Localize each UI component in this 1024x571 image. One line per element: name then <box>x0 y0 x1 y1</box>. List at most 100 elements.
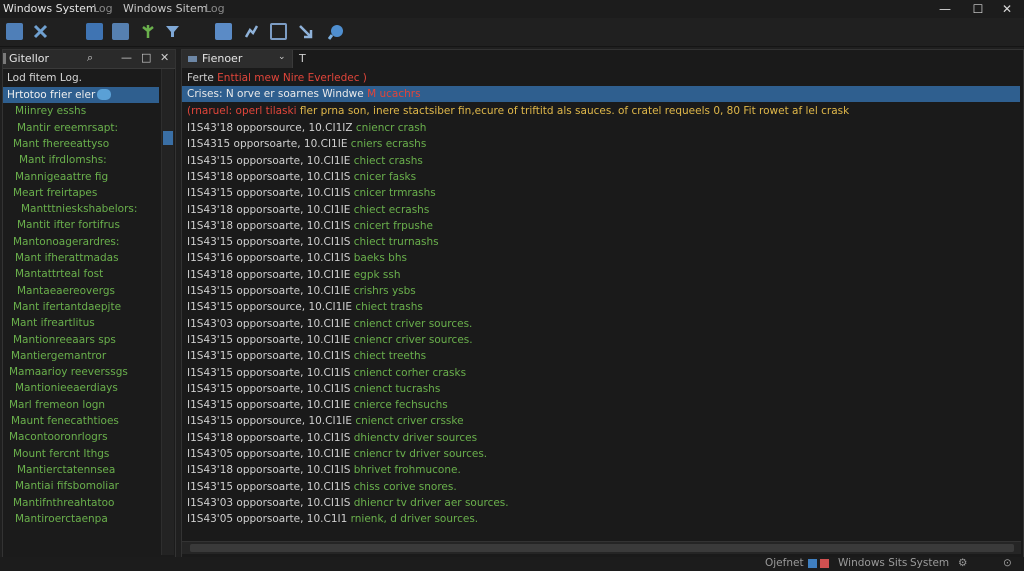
tree-item[interactable]: Mantionreeaars sps <box>13 332 116 348</box>
tree-item[interactable]: Mantifnthreahtatoo <box>13 495 114 511</box>
tree-item[interactable]: Maunt fenecathtioes <box>11 413 119 429</box>
tree-item[interactable]: Mount fercnt Ithgs <box>13 446 109 462</box>
search-icon[interactable] <box>327 23 345 40</box>
tree-item[interactable]: Marl fremeon logn <box>9 397 105 413</box>
toggle-icon[interactable] <box>97 89 111 100</box>
log-row-id: I1S43'15 <box>187 333 234 346</box>
close-panel-icon[interactable]: ✕ <box>160 51 169 64</box>
tree-item[interactable]: Mant ifreartlitus <box>11 315 95 331</box>
tree-header[interactable]: Lod fitem Log. <box>7 70 82 86</box>
log-row-id: I1S43'03 <box>187 496 234 509</box>
log-row-source: opporsoarte, 10.CI1IE <box>236 399 351 412</box>
log-row-selected[interactable]: Crises: N orve er soarnes Windwe M ucach… <box>187 86 421 102</box>
tree-item[interactable]: Mantttnieskshabelors: <box>21 201 137 217</box>
tab-label: Fienoer <box>202 52 243 65</box>
log-row-id: I1S43'05 <box>187 513 234 526</box>
log-row[interactable]: I1S43'15 opporsoarte, 10.CI1IS cnicer tr… <box>187 185 436 201</box>
log-row-tag: bhrivet frohmucone. <box>353 464 461 477</box>
tree-item[interactable]: Mantierctatennsea <box>17 462 115 478</box>
tree-item[interactable]: Meart freirtapes <box>13 185 97 201</box>
log-row[interactable]: I1S43'15 opporsoarte, 10.CI1IE cniencr c… <box>187 332 473 348</box>
tree-item[interactable]: Mantonoagerardres: <box>13 234 119 250</box>
close-button[interactable]: ✕ <box>992 0 1022 18</box>
log-row-error[interactable]: (rnaruel: operl tilaski fler prna son, i… <box>187 103 849 119</box>
log-row[interactable]: I1S43'15 opporsoarte, 10.CI1IE chiect cr… <box>187 153 423 169</box>
tree-item[interactable]: Miinrey esshs <box>15 103 86 119</box>
log-row[interactable]: I1S43'15 opporsoarte, 10.CI1IE crishrs y… <box>187 283 416 299</box>
tree-item[interactable]: Mamaarioy reeverssgs <box>9 364 128 380</box>
chart-icon[interactable] <box>243 23 260 40</box>
log-row-id: I1S43'15 <box>187 480 234 493</box>
tree-item[interactable]: Mantionieeaerdiays <box>15 380 118 396</box>
minimize-panel-icon[interactable]: — <box>121 51 132 64</box>
tree-item[interactable]: Mant ifrdlomshs: <box>19 152 107 168</box>
tree-item[interactable]: Mant fhereeattyso <box>13 136 109 152</box>
horizontal-scrollbar-thumb[interactable] <box>190 544 1014 552</box>
log-row[interactable]: I1S43'03 opporsoarte, 10.CI1IS dhiencr t… <box>187 495 509 511</box>
tree-scrollbar[interactable] <box>161 69 174 555</box>
log-row[interactable]: I1S43'15 opporsource, 10.CI1IE chiect tr… <box>187 299 423 315</box>
log-row[interactable]: I1S43'05 opporsoarte, 10.C1I1 rnienk, d … <box>187 511 478 527</box>
new-tab-button[interactable]: T <box>299 52 306 65</box>
log-row-id: I1S43'18 <box>187 122 234 134</box>
log-row[interactable]: I1S43'15 opporsoarte, 10.CI1IS chiect tr… <box>187 348 426 364</box>
monitor-icon[interactable] <box>86 23 103 40</box>
log-row[interactable]: I1S43'18 opporsoarte, 10.CI1IS cnicert f… <box>187 218 433 234</box>
log-row-source: opporsoarte, 10.CI1IS <box>236 464 351 477</box>
tree-scrollbar-thumb[interactable] <box>163 131 173 145</box>
arrow-icon[interactable] <box>297 23 314 40</box>
tree-item[interactable]: Mantaeaereovergs <box>17 283 115 299</box>
close-x-icon[interactable] <box>32 23 49 40</box>
log-row[interactable]: I1S43'18 opporsoarte, 10.CI1IS dhienctv … <box>187 430 477 446</box>
tree-item[interactable]: Mant ifherattmadas <box>15 250 119 266</box>
restore-panel-icon[interactable]: □ <box>141 51 151 64</box>
tree-icon[interactable] <box>140 23 157 40</box>
filter-icon[interactable] <box>164 23 181 40</box>
chevron-down-icon[interactable]: ⌄ <box>278 52 286 62</box>
window-icon[interactable] <box>270 23 287 40</box>
log-row[interactable]: I1S43'16 opporsoarte, 10.CI1IS baeks bhs <box>187 250 407 266</box>
log-row[interactable]: I1S43'18 opporsoarte, 10.CI1IS cnicer fa… <box>187 169 416 185</box>
folder-icon[interactable] <box>6 23 23 40</box>
log-row[interactable]: I1S43'15 opporsoarte, 10.CI1IS chiss cor… <box>187 479 457 495</box>
log-row[interactable]: I1S43'03 opporsoarte, 10.CI1IE cnienct c… <box>187 316 472 332</box>
log-row[interactable]: I1S43'18 opporsoarte, 10.CI1IE egpk ssh <box>187 267 401 283</box>
tree-item[interactable]: Mantit ifter fortifrus <box>17 217 120 233</box>
log-row[interactable]: I1S43'18 opporsource, 10.CI1IZ cniencr c… <box>187 120 426 136</box>
log-row[interactable]: I1S43'15 opporsoarte, 10.CI1IS chiect tr… <box>187 234 439 250</box>
log-row[interactable]: I1S43'15 opporsource, 10.CI1IE cnienct c… <box>187 413 464 429</box>
search-icon[interactable]: ⌕ <box>87 51 93 65</box>
tree-item[interactable]: Mant ifertantdaepjte <box>13 299 121 315</box>
log-row-id: I1S43'15 <box>187 301 234 314</box>
log-row[interactable]: I1S43'18 opporsoarte, 10.CI1IE chiect ec… <box>187 202 429 218</box>
log-row-source: opporsoarte, 10.CI1IS <box>236 236 351 249</box>
notification-icon[interactable]: ⊙ <box>1003 557 1012 569</box>
tree-item-selected[interactable]: Hrtotoo frier eler <box>7 87 95 103</box>
tree-item[interactable]: Macontooronrlogrs <box>9 429 108 445</box>
tree-item[interactable]: Mantiroerctaenpa <box>15 511 108 527</box>
log-row[interactable]: I1S43'05 opporsoarte, 10.CI1IE cniencr t… <box>187 446 487 462</box>
log-row-tag: cniencr crash <box>355 122 427 134</box>
tree-item[interactable]: Mantattrteal fost <box>15 266 103 282</box>
tree-item[interactable]: Mantir ereemrsapt: <box>17 120 118 136</box>
tree-item[interactable]: Mannigeaattre fig <box>15 169 108 185</box>
settings-icon[interactable]: ⚙ <box>958 557 967 569</box>
tab-fienoer[interactable]: Fienoer ⌄ <box>182 50 293 68</box>
window-title-center: Windows Sitem <box>123 2 208 15</box>
log-row[interactable]: I1S4315 opporsoarte, 10.CI1IE cniers ecr… <box>187 136 426 152</box>
horizontal-scrollbar[interactable] <box>182 541 1021 554</box>
log-row-id: I1S43'05 <box>187 448 234 460</box>
log-row[interactable]: I1S43'15 opporsoarte, 10.CI1IS cnienct t… <box>187 381 440 397</box>
log-row-tag: rnienk, d driver sources. <box>350 513 479 526</box>
maximize-button[interactable]: ☐ <box>963 0 993 18</box>
log-row-id: I1S43'15 <box>187 187 234 200</box>
save-icon[interactable] <box>112 23 129 40</box>
log-row-id: I1S43'15 <box>187 415 234 428</box>
settings-icon[interactable] <box>215 23 232 40</box>
log-row[interactable]: I1S43'18 opporsoarte, 10.CI1IS bhrivet f… <box>187 462 461 478</box>
minimize-button[interactable]: — <box>930 0 960 18</box>
tree-item[interactable]: Mantiai fifsbomoliar <box>15 478 119 494</box>
tree-item[interactable]: Mantiergemantror <box>11 348 106 364</box>
log-row[interactable]: I1S43'15 opporsoarte, 10.CI1IS cnienct c… <box>187 365 466 381</box>
log-row[interactable]: I1S43'15 opporsoarte, 10.CI1IE cnierce f… <box>187 397 448 413</box>
